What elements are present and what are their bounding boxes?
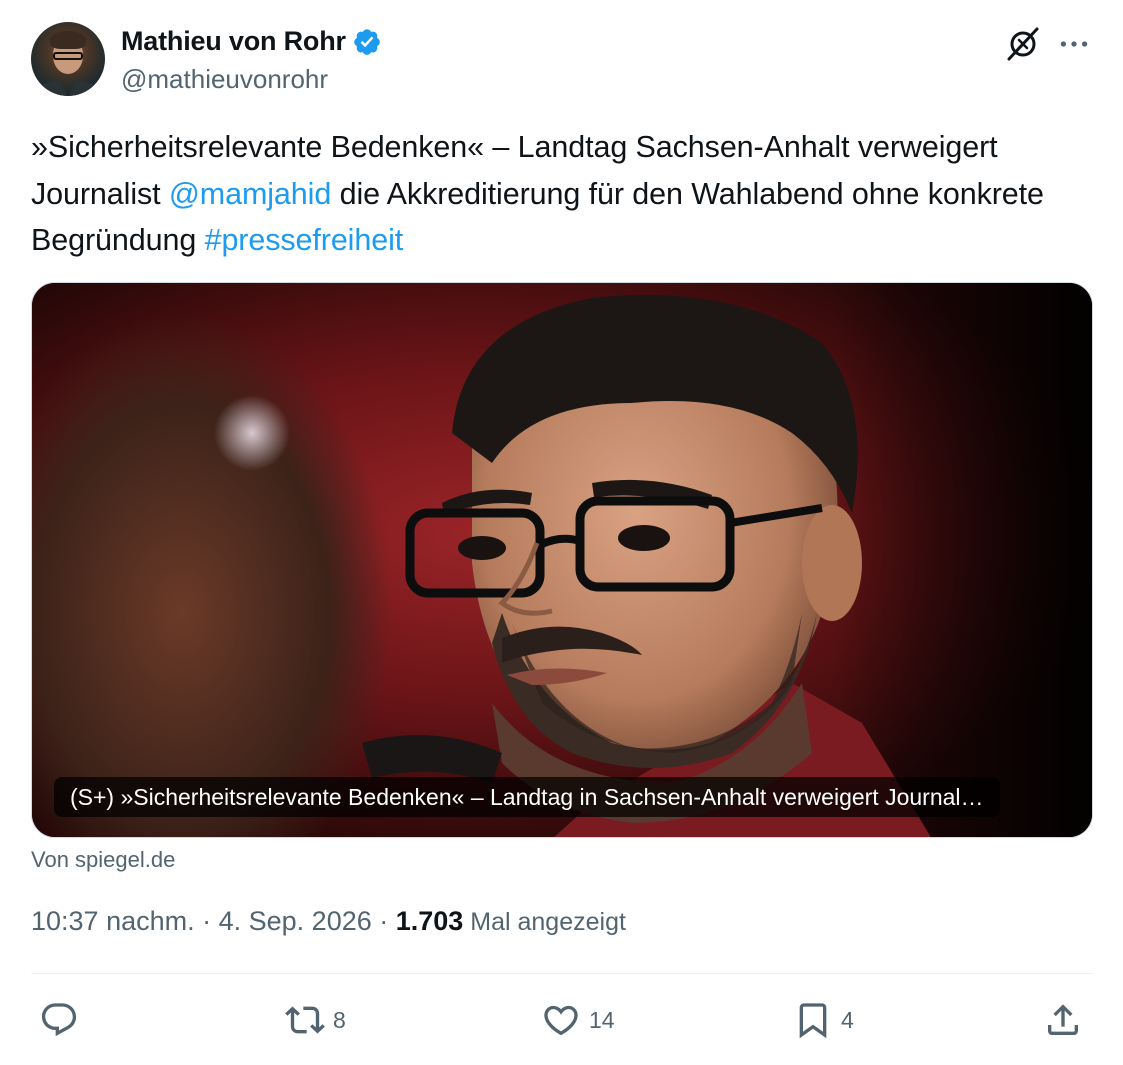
reply-button[interactable] — [39, 996, 87, 1044]
heart-icon — [544, 1005, 578, 1036]
card-caption: (S+) »Sicherheitsrelevante Bedenken« – L… — [54, 777, 1000, 817]
tweet-date[interactable]: 4. Sep. 2026 — [219, 906, 372, 936]
tweet-header: Mathieu von Rohr @mathieuvonrohr — [31, 22, 1093, 98]
retweet-icon — [285, 1006, 325, 1034]
retweet-count: 8 — [333, 1006, 346, 1033]
share-icon — [1048, 1004, 1078, 1035]
views-count[interactable]: 1.703 — [396, 906, 464, 936]
share-button[interactable] — [1043, 996, 1091, 1044]
meta-separator: · — [194, 906, 219, 936]
tweet-text: »Sicherheitsrelevante Bedenken« – Landta… — [31, 124, 1101, 264]
card-source[interactable]: Von spiegel.de — [31, 847, 175, 873]
bookmark-icon — [799, 1003, 827, 1039]
like-button[interactable]: 14 — [541, 996, 615, 1044]
meta-separator-2: · — [371, 906, 396, 936]
hashtag-link[interactable]: #pressefreiheit — [205, 223, 404, 257]
bookmark-button[interactable]: 4 — [793, 996, 854, 1044]
link-preview-card[interactable]: (S+) »Sicherheitsrelevante Bedenken« – L… — [31, 282, 1093, 838]
action-bar: 8 14 4 — [31, 996, 1093, 1044]
reply-icon — [41, 1003, 77, 1037]
like-count: 14 — [589, 1006, 615, 1033]
author-name-row: Mathieu von Rohr — [121, 26, 382, 57]
verified-badge-icon[interactable] — [352, 27, 382, 57]
tweet-time[interactable]: 10:37 nachm. — [31, 906, 195, 936]
author-display-name[interactable]: Mathieu von Rohr — [121, 26, 346, 57]
bookmark-count: 4 — [841, 1006, 854, 1033]
views-label[interactable]: Mal angezeigt — [463, 908, 626, 936]
more-options-icon[interactable] — [1057, 28, 1091, 60]
author-handle[interactable]: @mathieuvonrohr — [121, 64, 328, 95]
retweet-button[interactable]: 8 — [285, 996, 346, 1044]
author-avatar[interactable] — [31, 22, 105, 96]
mention-link[interactable]: @mamjahid — [169, 177, 331, 211]
divider — [31, 973, 1093, 974]
grok-icon[interactable] — [1005, 26, 1041, 62]
card-photo — [32, 283, 1092, 837]
tweet-meta: 10:37 nachm. · 4. Sep. 2026 · 1.703 Mal … — [31, 906, 626, 937]
